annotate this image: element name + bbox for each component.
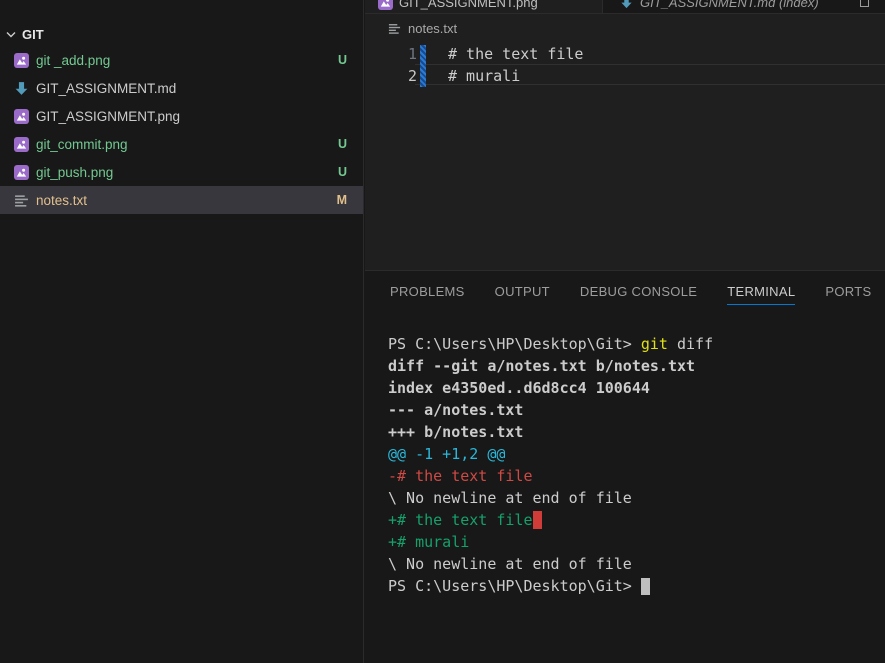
terminal-text: index e4350ed..d6d8cc4 100644 [388,379,650,397]
line-number: 1 [395,43,417,65]
breadcrumb-file: notes.txt [408,21,457,36]
panel-tabbar: PROBLEMS OUTPUT DEBUG CONSOLE TERMINAL PORTS [365,271,885,305]
code-text: # murali [448,65,520,87]
git-status-badge: U [338,137,347,151]
file-name: notes.txt [36,193,337,208]
image-icon [14,137,29,152]
panel-tab-ports[interactable]: PORTS [825,284,871,305]
terminal-text: PS C:\Users\HP\Desktop\Git> [388,335,641,353]
bottom-panel: PROBLEMS OUTPUT DEBUG CONSOLE TERMINAL PORTS… [365,270,885,663]
terminal-text: @@ -1 +1,2 @@ [388,445,505,463]
terminal-text: -# the text file [388,467,533,485]
terminal-line: --- a/notes.txt [388,399,713,421]
sidebar-section-git[interactable]: GIT [0,22,363,46]
panel-tab-debug-console[interactable]: DEBUG CONSOLE [580,284,697,305]
terminal-line: index e4350ed..d6d8cc4 100644 [388,377,713,399]
tab-label: GIT_ASSIGNMENT.md (index) [640,0,819,10]
terminal-text: --- a/notes.txt [388,401,523,419]
file-name: git_commit.png [36,137,338,152]
unsaved-indicator-icon[interactable] [860,0,869,7]
code-line: 1 # the text file [365,43,885,65]
terminal-text: git [641,335,668,353]
terminal-line: +++ b/notes.txt [388,421,713,443]
line-number: 2 [395,65,417,87]
terminal-text: +# the text file [388,511,533,529]
panel-tab-problems[interactable]: PROBLEMS [390,284,465,305]
panel-tab-terminal[interactable]: TERMINAL [727,284,795,305]
editor-region: GIT_ASSIGNMENT.png GIT_ASSIGNMENT.md (in… [365,0,885,270]
image-icon [14,109,29,124]
terminal-line: \ No newline at end of file [388,553,713,575]
terminal-line: -# the text file [388,465,713,487]
breadcrumb[interactable]: notes.txt [387,21,457,36]
terminal-line: @@ -1 +1,2 @@ [388,443,713,465]
sidebar-item-git-commit-png[interactable]: git_commit.pngU [0,130,363,158]
git-status-badge: M [337,193,347,207]
sidebar-item-git-push-png[interactable]: git_push.pngU [0,158,363,186]
tab-git-assignment-png[interactable]: GIT_ASSIGNMENT.png [365,0,602,14]
terminal-line: PS C:\Users\HP\Desktop\Git> git diff [388,333,713,355]
file-list: git _add.pngUGIT_ASSIGNMENT.mdGIT_ASSIGN… [0,46,363,214]
vscode-window: EXPLORER GIT git _add.pngUGIT_ASSIGNMENT… [0,0,885,663]
sidebar-item-notes-txt[interactable]: notes.txtM [0,186,363,214]
terminal-output[interactable]: PS C:\Users\HP\Desktop\Git> git diffdiff… [388,333,713,597]
image-icon [14,165,29,180]
terminal-line: \ No newline at end of file [388,487,713,509]
file-name: GIT_ASSIGNMENT.md [36,81,347,96]
code-editor[interactable]: 1 # the text file 2 # murali [365,36,885,270]
terminal-line: PS C:\Users\HP\Desktop\Git> [388,575,713,597]
sidebar-item-git-assignment-md[interactable]: GIT_ASSIGNMENT.md [0,74,363,102]
editor-tabbar: GIT_ASSIGNMENT.png GIT_ASSIGNMENT.md (in… [365,0,885,14]
markdown-icon [14,81,29,96]
code-line: 2 # murali [365,65,885,87]
image-icon [14,53,29,68]
tab-label: GIT_ASSIGNMENT.png [399,0,538,10]
trailing-whitespace-marker [533,511,542,529]
panel-tab-output[interactable]: OUTPUT [495,284,550,305]
terminal-line: +# the text file [388,509,713,531]
code-text: # the text file [448,43,583,65]
terminal-text: \ No newline at end of file [388,555,632,573]
tab-git-assignment-md-index[interactable]: GIT_ASSIGNMENT.md (index) [602,0,885,14]
terminal-text: +++ b/notes.txt [388,423,523,441]
markdown-file-icon [619,0,634,10]
terminal-text: \ No newline at end of file [388,489,632,507]
git-status-badge: U [338,53,347,67]
textfile-icon [14,193,29,208]
sidebar-item-git-assignment-png[interactable]: GIT_ASSIGNMENT.png [0,102,363,130]
text-file-icon [387,21,402,36]
terminal-text: diff [668,335,713,353]
git-status-badge: U [338,165,347,179]
terminal-text: diff --git a/notes.txt b/notes.txt [388,357,695,375]
sidebar-item-git-add-png[interactable]: git _add.pngU [0,46,363,74]
image-file-icon [378,0,393,10]
terminal-text: PS C:\Users\HP\Desktop\Git> [388,577,641,595]
explorer-sidebar: EXPLORER GIT git _add.pngUGIT_ASSIGNMENT… [0,0,364,663]
explorer-header: EXPLORER [18,0,82,3]
file-name: GIT_ASSIGNMENT.png [36,109,347,124]
file-name: git _add.png [36,53,338,68]
terminal-text: +# murali [388,533,469,551]
terminal-cursor [641,578,650,595]
terminal-line: diff --git a/notes.txt b/notes.txt [388,355,713,377]
terminal-line: +# murali [388,531,713,553]
chevron-down-icon [3,26,19,42]
section-label: GIT [22,27,44,42]
file-name: git_push.png [36,165,338,180]
